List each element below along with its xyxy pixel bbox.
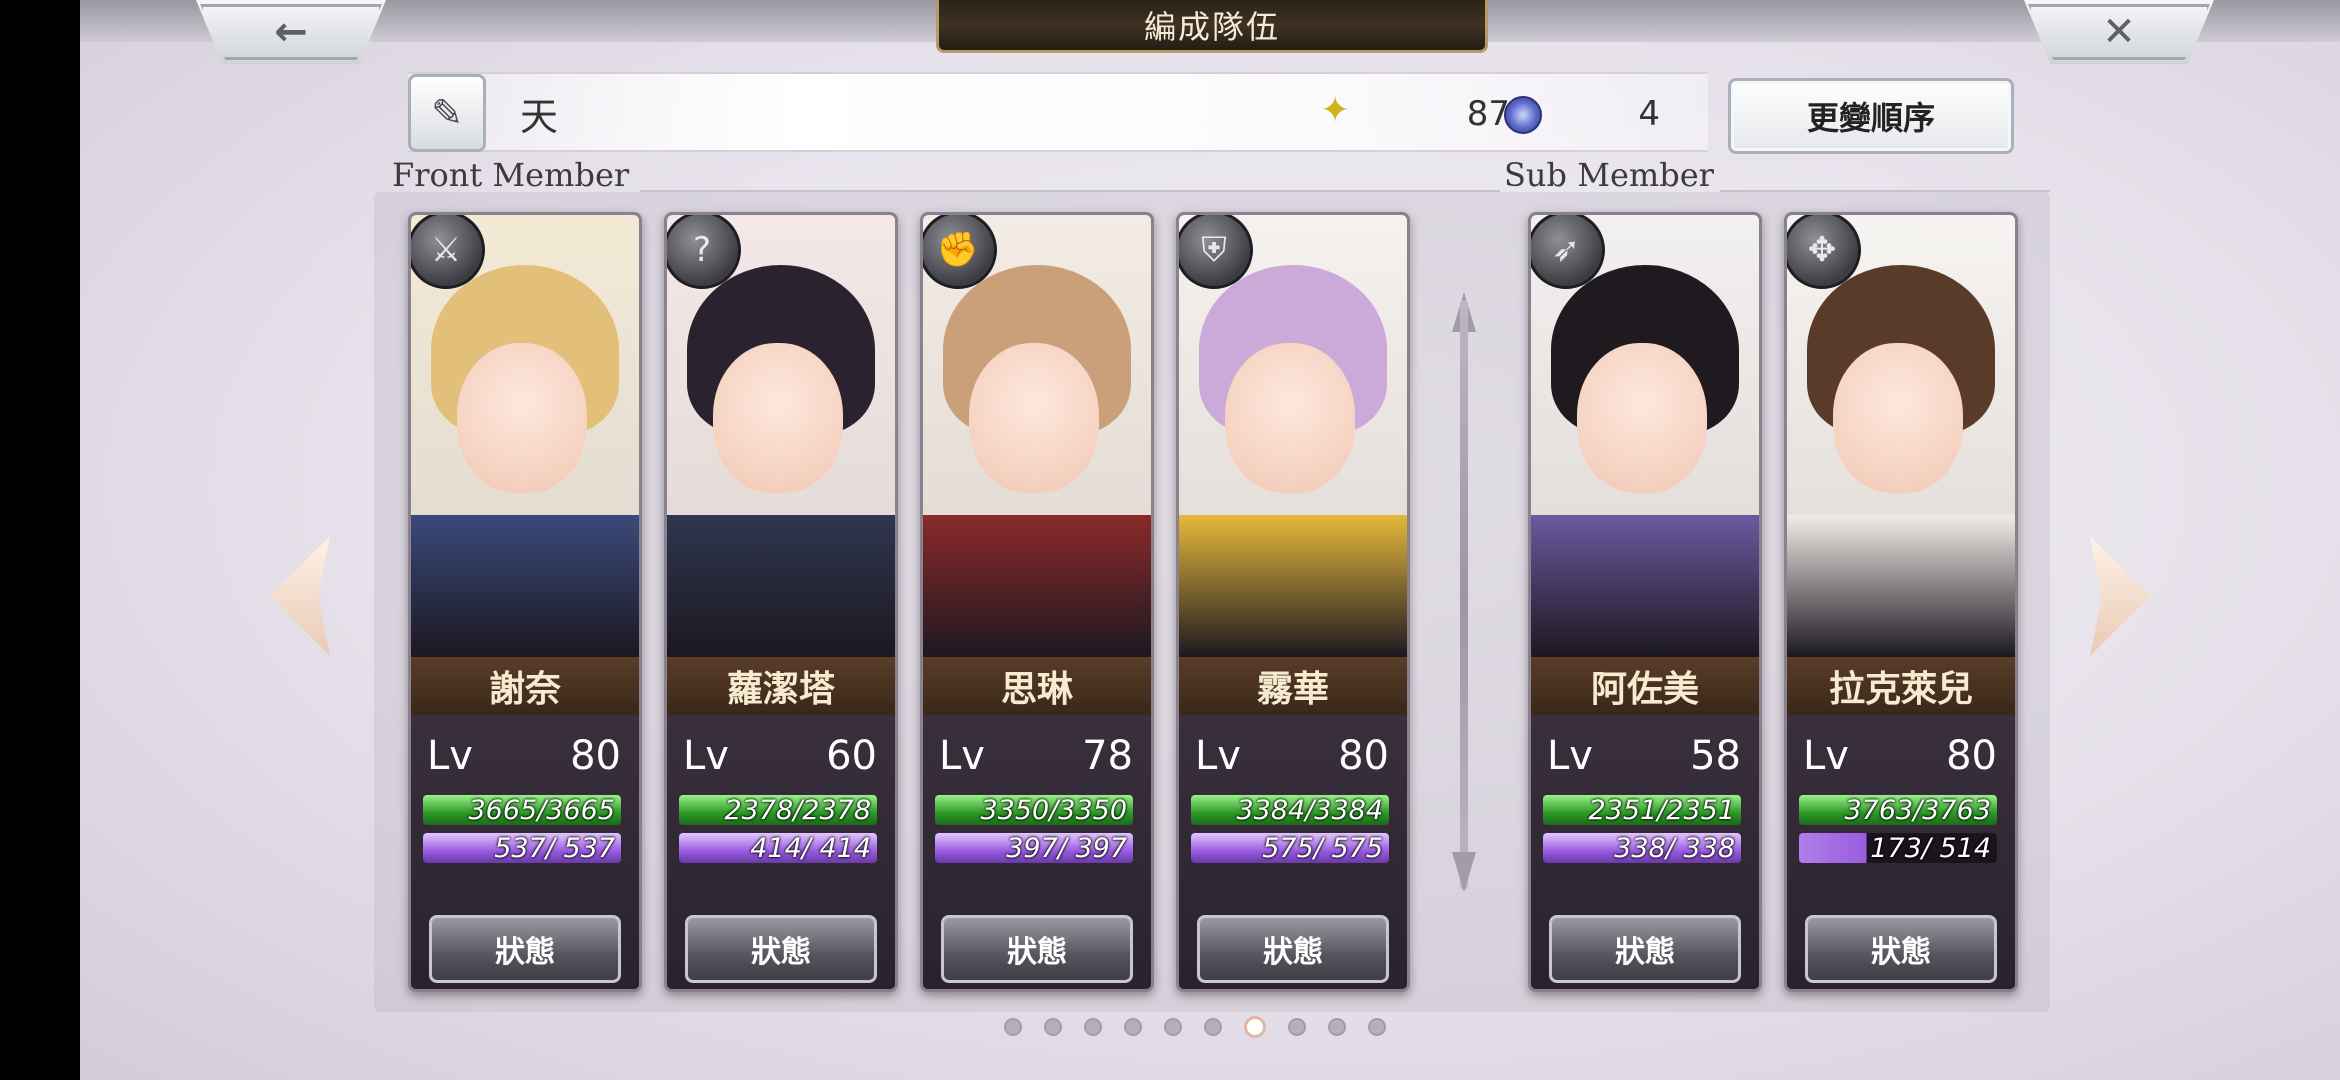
member-card-staff[interactable]: ? 蘿潔塔 Lv 60 2378/2378 414/ 414 狀態 <box>664 212 898 992</box>
page-dot[interactable] <box>1084 1018 1102 1036</box>
mp-bar: 397/ 397 <box>935 833 1133 864</box>
character-name: 阿佐美 <box>1531 657 1759 715</box>
hp-bar: 2378/2378 <box>679 795 877 826</box>
close-icon: ✕ <box>2102 9 2136 55</box>
level-value: 80 <box>1946 733 1997 779</box>
status-button[interactable]: 狀態 <box>429 915 621 983</box>
character-name: 蘿潔塔 <box>667 657 895 715</box>
hp-bar: 3350/3350 <box>935 795 1133 826</box>
member-card-sword[interactable]: ⚔ 謝奈 Lv 80 3665/3665 537/ 537 狀態 <box>408 212 642 992</box>
sub-rule <box>1720 190 2050 192</box>
portrait-face <box>457 343 587 493</box>
hp-bar: 2351/2351 <box>1543 795 1741 826</box>
hp-bar: 3384/3384 <box>1191 795 1389 826</box>
mp-bar: 575/ 575 <box>1191 833 1389 864</box>
member-card-bow[interactable]: ✥ 拉克萊兒 Lv 80 3763/3763 173/ 514 狀態 <box>1784 212 2018 992</box>
prev-page-arrow[interactable] <box>270 536 330 656</box>
page-dot[interactable] <box>1124 1018 1142 1036</box>
status-button[interactable]: 狀態 <box>941 915 1133 983</box>
portrait-face <box>969 343 1099 493</box>
character-stats: Lv 80 3665/3665 537/ 537 狀態 <box>411 715 639 989</box>
level-value: 80 <box>1338 733 1389 779</box>
hp-bar: 3763/3763 <box>1799 795 1997 826</box>
level-label: Lv <box>1803 733 1849 779</box>
page-title: 編成隊伍 <box>936 0 1488 53</box>
portrait-face <box>713 343 843 493</box>
portrait-outfit <box>411 515 639 657</box>
portrait-outfit <box>1787 515 2015 657</box>
hp-bar: 3665/3665 <box>423 795 621 826</box>
page-dot[interactable] <box>1164 1018 1182 1036</box>
mp-bar: 338/ 338 <box>1543 833 1741 864</box>
level-label: Lv <box>939 733 985 779</box>
bow-class-icon: ✥ <box>1787 215 1861 289</box>
portrait-face <box>1225 343 1355 493</box>
portrait-face <box>1577 343 1707 493</box>
back-arrow-icon: ← <box>274 9 308 55</box>
page-dot[interactable] <box>1288 1018 1306 1036</box>
shield-class-icon: ⛨ <box>1179 215 1253 289</box>
level-value: 58 <box>1690 733 1741 779</box>
front-rule <box>640 190 1500 192</box>
character-name: 拉克萊兒 <box>1787 657 2015 715</box>
portrait-outfit <box>667 515 895 657</box>
portrait-outfit <box>1531 515 1759 657</box>
status-button[interactable]: 狀態 <box>1549 915 1741 983</box>
status-button[interactable]: 狀態 <box>685 915 877 983</box>
sub-member-label: Sub Member <box>1504 156 1714 194</box>
portrait-outfit <box>1179 515 1407 657</box>
level-value: 78 <box>1082 733 1133 779</box>
team-name: 天 <box>520 95 559 139</box>
portrait-face <box>1833 343 1963 493</box>
fist-class-icon: ✊ <box>923 215 997 289</box>
character-name: 謝奈 <box>411 657 639 715</box>
character-stats: Lv 80 3384/3384 575/ 575 狀態 <box>1179 715 1407 989</box>
status-button[interactable]: 狀態 <box>1805 915 1997 983</box>
back-button[interactable]: ← <box>196 0 386 64</box>
character-stats: Lv 60 2378/2378 414/ 414 狀態 <box>667 715 895 989</box>
character-name: 霧華 <box>1179 657 1407 715</box>
character-stats: Lv 58 2351/2351 338/ 338 狀態 <box>1531 715 1759 989</box>
sword-class-icon: ⚔ <box>411 215 485 289</box>
mp-bar: 173/ 514 <box>1799 833 1997 864</box>
page-dot[interactable] <box>1328 1018 1346 1036</box>
game-screen: ← 編成隊伍 ✕ ✎ 天 ✦ 87 4 更變順序 Front Member Su… <box>80 0 2340 1080</box>
level-label: Lv <box>683 733 729 779</box>
page-dot[interactable] <box>1044 1018 1062 1036</box>
next-page-arrow[interactable] <box>2090 536 2150 656</box>
level-label: Lv <box>1547 733 1593 779</box>
change-order-button[interactable]: 更變順序 <box>1728 78 2014 154</box>
level-label: Lv <box>1195 733 1241 779</box>
member-card-shield[interactable]: ⛨ 霧華 Lv 80 3384/3384 575/ 575 狀態 <box>1176 212 1410 992</box>
level-value: 80 <box>570 733 621 779</box>
portrait-outfit <box>923 515 1151 657</box>
member-card-fist[interactable]: ✊ 思琳 Lv 78 3350/3350 397/ 397 狀態 <box>920 212 1154 992</box>
front-member-label: Front Member <box>392 156 630 194</box>
page-indicator <box>1004 1016 1386 1038</box>
pencil-icon: ✎ <box>431 91 463 135</box>
edit-team-name-button[interactable]: ✎ <box>408 74 486 152</box>
character-stats: Lv 80 3763/3763 173/ 514 狀態 <box>1787 715 2015 989</box>
member-divider <box>1460 300 1468 890</box>
character-stats: Lv 78 3350/3350 397/ 397 狀態 <box>923 715 1151 989</box>
wing-value: 87 <box>1466 94 1510 134</box>
level-label: Lv <box>427 733 473 779</box>
status-button[interactable]: 狀態 <box>1197 915 1389 983</box>
member-card-spear[interactable]: ➶ 阿佐美 Lv 58 2351/2351 338/ 338 狀態 <box>1528 212 1762 992</box>
spear-class-icon: ➶ <box>1531 215 1605 289</box>
mp-bar: 537/ 537 <box>423 833 621 864</box>
page-dot[interactable] <box>1368 1018 1386 1036</box>
staff-class-icon: ? <box>667 215 741 289</box>
page-dot[interactable] <box>1204 1018 1222 1036</box>
character-name: 思琳 <box>923 657 1151 715</box>
swirl-value: 4 <box>1638 94 1660 134</box>
level-value: 60 <box>826 733 877 779</box>
close-button[interactable]: ✕ <box>2024 0 2214 64</box>
swirl-icon <box>1504 96 1542 134</box>
mp-bar: 414/ 414 <box>679 833 877 864</box>
wing-icon: ✦ <box>1320 90 1351 131</box>
page-dot[interactable] <box>1004 1018 1022 1036</box>
page-dot[interactable] <box>1244 1016 1266 1038</box>
